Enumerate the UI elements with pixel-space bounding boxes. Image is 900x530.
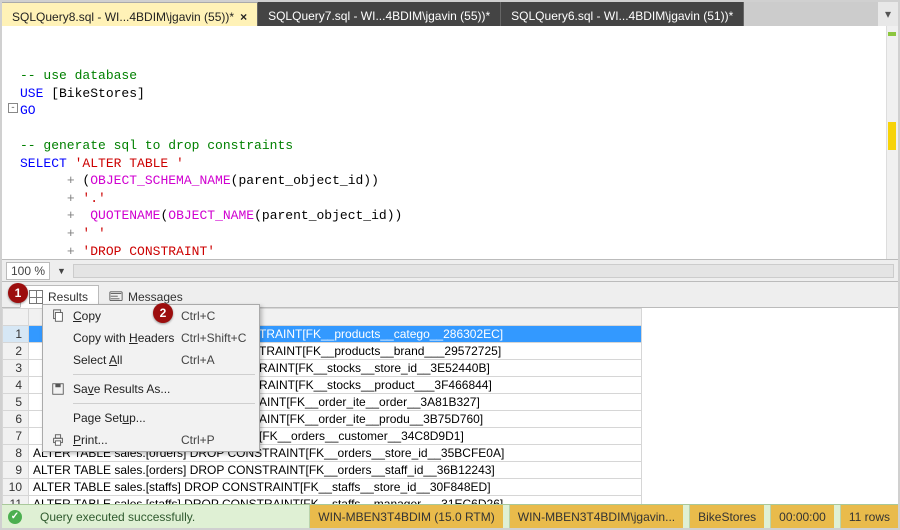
code-line: GO	[20, 103, 36, 118]
menu-label: Print...	[73, 433, 181, 447]
scroll-marker-icon	[888, 32, 896, 36]
row-number: 7	[3, 428, 29, 445]
code-line: '.'	[75, 191, 106, 206]
code-line: +	[67, 226, 75, 241]
tab-label: SQLQuery6.sql - WI...4BDIM\jgavin (51))*	[511, 9, 733, 23]
code-line: +	[67, 244, 75, 259]
menu-shortcut: Ctrl+C	[181, 309, 259, 323]
message-icon	[109, 290, 123, 304]
status-server: WIN-MBEN3T4BDIM (15.0 RTM)	[309, 505, 502, 528]
row-number: 4	[3, 377, 29, 394]
table-row[interactable]: 10ALTER TABLE sales.[staffs] DROP CONSTR…	[3, 479, 642, 496]
fold-toggle-icon[interactable]: -	[8, 103, 18, 113]
cell: ALTER TABLE sales.[staffs] DROP CONSTRAI…	[29, 496, 642, 505]
status-user: WIN-MBEN3T4BDIM\jgavin...	[509, 505, 683, 528]
menu-shortcut: Ctrl+P	[181, 433, 259, 447]
zoom-level[interactable]: 100 %	[6, 262, 50, 280]
row-number: 3	[3, 360, 29, 377]
row-number: 9	[3, 462, 29, 479]
row-number: 1	[3, 326, 29, 343]
close-icon[interactable]: ×	[240, 10, 247, 24]
menu-item-select-all[interactable]: Select All Ctrl+A	[43, 349, 259, 371]
tab-label: Results	[48, 290, 88, 304]
menu-item-page-setup[interactable]: Page Setup...	[43, 407, 259, 429]
status-bar: ✓ Query executed successfully. WIN-MBEN3…	[2, 504, 898, 528]
code-line: +	[67, 208, 75, 223]
menu-label: Copy with Headers	[73, 331, 181, 345]
code-line: QUOTENAME	[90, 208, 160, 223]
row-number: 8	[3, 445, 29, 462]
row-number: 2	[3, 343, 29, 360]
sql-editor[interactable]: - -- use database USE [BikeStores] GO --…	[2, 26, 898, 260]
tab-query8[interactable]: SQLQuery8.sql - WI...4BDIM\jgavin (55))*…	[2, 2, 258, 26]
code-line: (parent_object_id))	[254, 208, 402, 223]
copy-icon	[43, 309, 73, 323]
table-row[interactable]: 11ALTER TABLE sales.[staffs] DROP CONSTR…	[3, 496, 642, 505]
context-menu: 2 Copy Ctrl+C Copy with Headers Ctrl+Shi…	[42, 304, 260, 452]
code-line: OBJECT_SCHEMA_NAME	[90, 173, 230, 188]
status-rows: 11 rows	[840, 505, 898, 528]
check-icon: ✓	[8, 510, 22, 524]
code-line: USE	[20, 86, 43, 101]
menu-label: Save Results As...	[73, 382, 181, 396]
status-message: Query executed successfully.	[32, 505, 203, 528]
tab-label: Messages	[128, 290, 183, 304]
row-number: 10	[3, 479, 29, 496]
code-line: +	[67, 173, 75, 188]
zoom-label: 100 %	[11, 264, 45, 278]
scroll-marker-icon	[888, 122, 896, 150]
code-line: -- generate sql to drop constraints	[20, 138, 293, 153]
cell: ALTER TABLE sales.[staffs] DROP CONSTRAI…	[29, 479, 642, 496]
code-line: +	[67, 191, 75, 206]
menu-shortcut: Ctrl+Shift+C	[181, 331, 259, 345]
annotation-badge-1: 1	[8, 283, 28, 303]
editor-scrollbar[interactable]	[886, 26, 898, 259]
tabs-overflow-icon[interactable]: ▾	[878, 2, 898, 26]
editor-tabs: SQLQuery8.sql - WI...4BDIM\jgavin (55))*…	[2, 2, 898, 26]
code-line: (parent_object_id))	[231, 173, 379, 188]
code-line: [BikeStores]	[43, 86, 144, 101]
code-line: -- use database	[20, 68, 137, 83]
row-number: 6	[3, 411, 29, 428]
menu-item-copy[interactable]: Copy Ctrl+C	[43, 305, 259, 327]
menu-separator	[73, 374, 255, 375]
code-line: SELECT	[20, 156, 67, 171]
row-number: 11	[3, 496, 29, 505]
tab-label: SQLQuery7.sql - WI...4BDIM\jgavin (55))*	[268, 9, 490, 23]
code-line	[20, 173, 67, 188]
status-database: BikeStores	[689, 505, 764, 528]
menu-item-save-results[interactable]: Save Results As...	[43, 378, 259, 400]
tab-query7[interactable]: SQLQuery7.sql - WI...4BDIM\jgavin (55))*	[258, 2, 501, 26]
annotation-badge-2: 2	[153, 303, 173, 323]
status-time: 00:00:00	[770, 505, 834, 528]
save-icon	[43, 382, 73, 396]
zoom-bar: 100 % ▼	[2, 260, 898, 282]
code-line: ' '	[75, 226, 106, 241]
code-line: OBJECT_NAME	[168, 208, 254, 223]
code-line	[75, 208, 91, 223]
table-row[interactable]: 9ALTER TABLE sales.[orders] DROP CONSTRA…	[3, 462, 642, 479]
menu-label: Page Setup...	[73, 411, 181, 425]
row-number: 5	[3, 394, 29, 411]
menu-item-print[interactable]: Print... Ctrl+P	[43, 429, 259, 451]
print-icon	[43, 433, 73, 447]
horizontal-scrollbar[interactable]	[73, 264, 894, 278]
code-line: 'ALTER TABLE '	[67, 156, 184, 171]
chevron-down-icon[interactable]: ▼	[54, 266, 69, 276]
menu-label: Select All	[73, 353, 181, 367]
menu-item-copy-headers[interactable]: Copy with Headers Ctrl+Shift+C	[43, 327, 259, 349]
tab-label: SQLQuery8.sql - WI...4BDIM\jgavin (55))*	[12, 10, 234, 24]
menu-separator	[73, 403, 255, 404]
code-line: (	[75, 173, 91, 188]
tab-query6[interactable]: SQLQuery6.sql - WI...4BDIM\jgavin (51))*	[501, 2, 744, 26]
code-line: 'DROP CONSTRAINT'	[75, 244, 215, 259]
menu-shortcut: Ctrl+A	[181, 353, 259, 367]
grid-icon	[29, 290, 43, 304]
cell: ALTER TABLE sales.[orders] DROP CONSTRAI…	[29, 462, 642, 479]
